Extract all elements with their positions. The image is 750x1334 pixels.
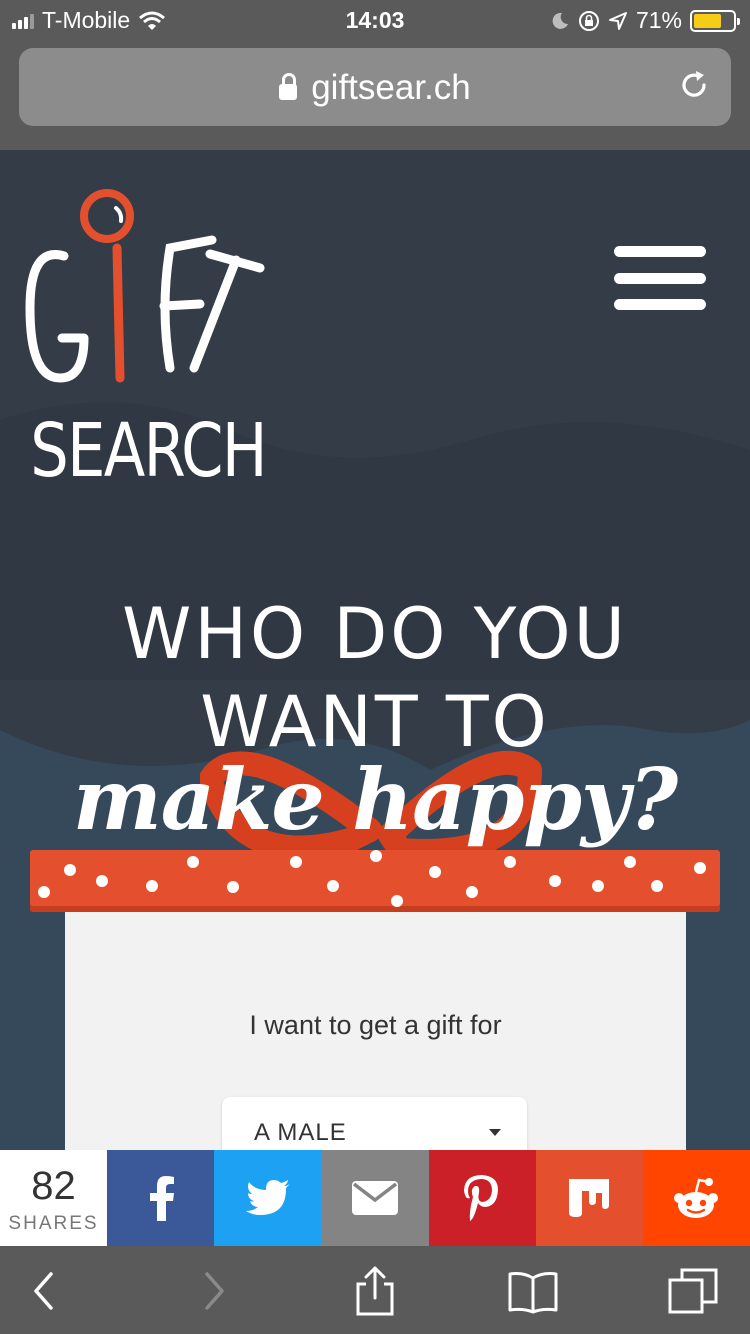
email-share-button[interactable] [321,1150,429,1246]
location-icon [608,11,627,30]
moon-icon [552,12,568,29]
envelope-icon [351,1181,398,1215]
hero-script-text: make happy? [72,750,678,849]
gift-form-box: I want to get a gift for A MALE [65,912,686,1150]
browser-chrome: giftsear.ch [0,40,750,150]
gender-select[interactable]: A MALE [222,1097,527,1150]
share-count-label: SHARES [8,1213,99,1234]
address-bar[interactable]: giftsear.ch [19,48,731,126]
share-count: 82 SHARES [0,1150,107,1246]
bookmarks-icon[interactable] [508,1266,558,1316]
pinterest-icon [464,1175,499,1221]
mix-icon [569,1179,610,1217]
share-count-number: 82 [31,1164,76,1208]
chevron-down-icon [489,1129,501,1136]
hero-line-1: WHO DO YOU [122,593,628,675]
twitter-share-button[interactable] [214,1150,322,1246]
forward-chevron-icon[interactable] [188,1266,238,1316]
back-chevron-icon[interactable] [20,1266,70,1316]
reload-icon[interactable] [677,68,711,102]
pinterest-share-button[interactable] [428,1150,536,1246]
svg-text:SEARCH: SEARCH [30,407,266,493]
reddit-share-button[interactable] [642,1150,750,1246]
browser-toolbar [0,1246,750,1334]
gift-for-prompt: I want to get a gift for [249,1010,502,1040]
twitter-icon [245,1180,290,1215]
mix-share-button[interactable] [535,1150,643,1246]
orientation-lock-icon [578,10,599,31]
gender-select-value: A MALE [254,1119,347,1146]
share-icon[interactable] [350,1266,400,1316]
gift-search-logo[interactable]: SEARCH [22,188,272,498]
battery-percent: 71% [635,7,682,33]
battery-icon [690,9,740,32]
lock-icon [279,73,298,100]
facebook-share-button[interactable] [107,1150,215,1246]
url-domain: giftsear.ch [311,68,471,107]
hamburger-menu-button[interactable] [614,246,706,310]
status-bar: T-Mobile 14:03 71% [0,0,750,40]
lid-dots [38,850,706,907]
gift-box-lid [30,850,720,912]
web-page: SEARCH WHO DO YOU WANT TO make happy? I … [0,150,750,1150]
tabs-icon[interactable] [668,1266,718,1316]
social-share-bar: 82 SHARES [0,1150,750,1246]
facebook-icon [149,1176,174,1221]
reddit-icon [674,1178,719,1218]
